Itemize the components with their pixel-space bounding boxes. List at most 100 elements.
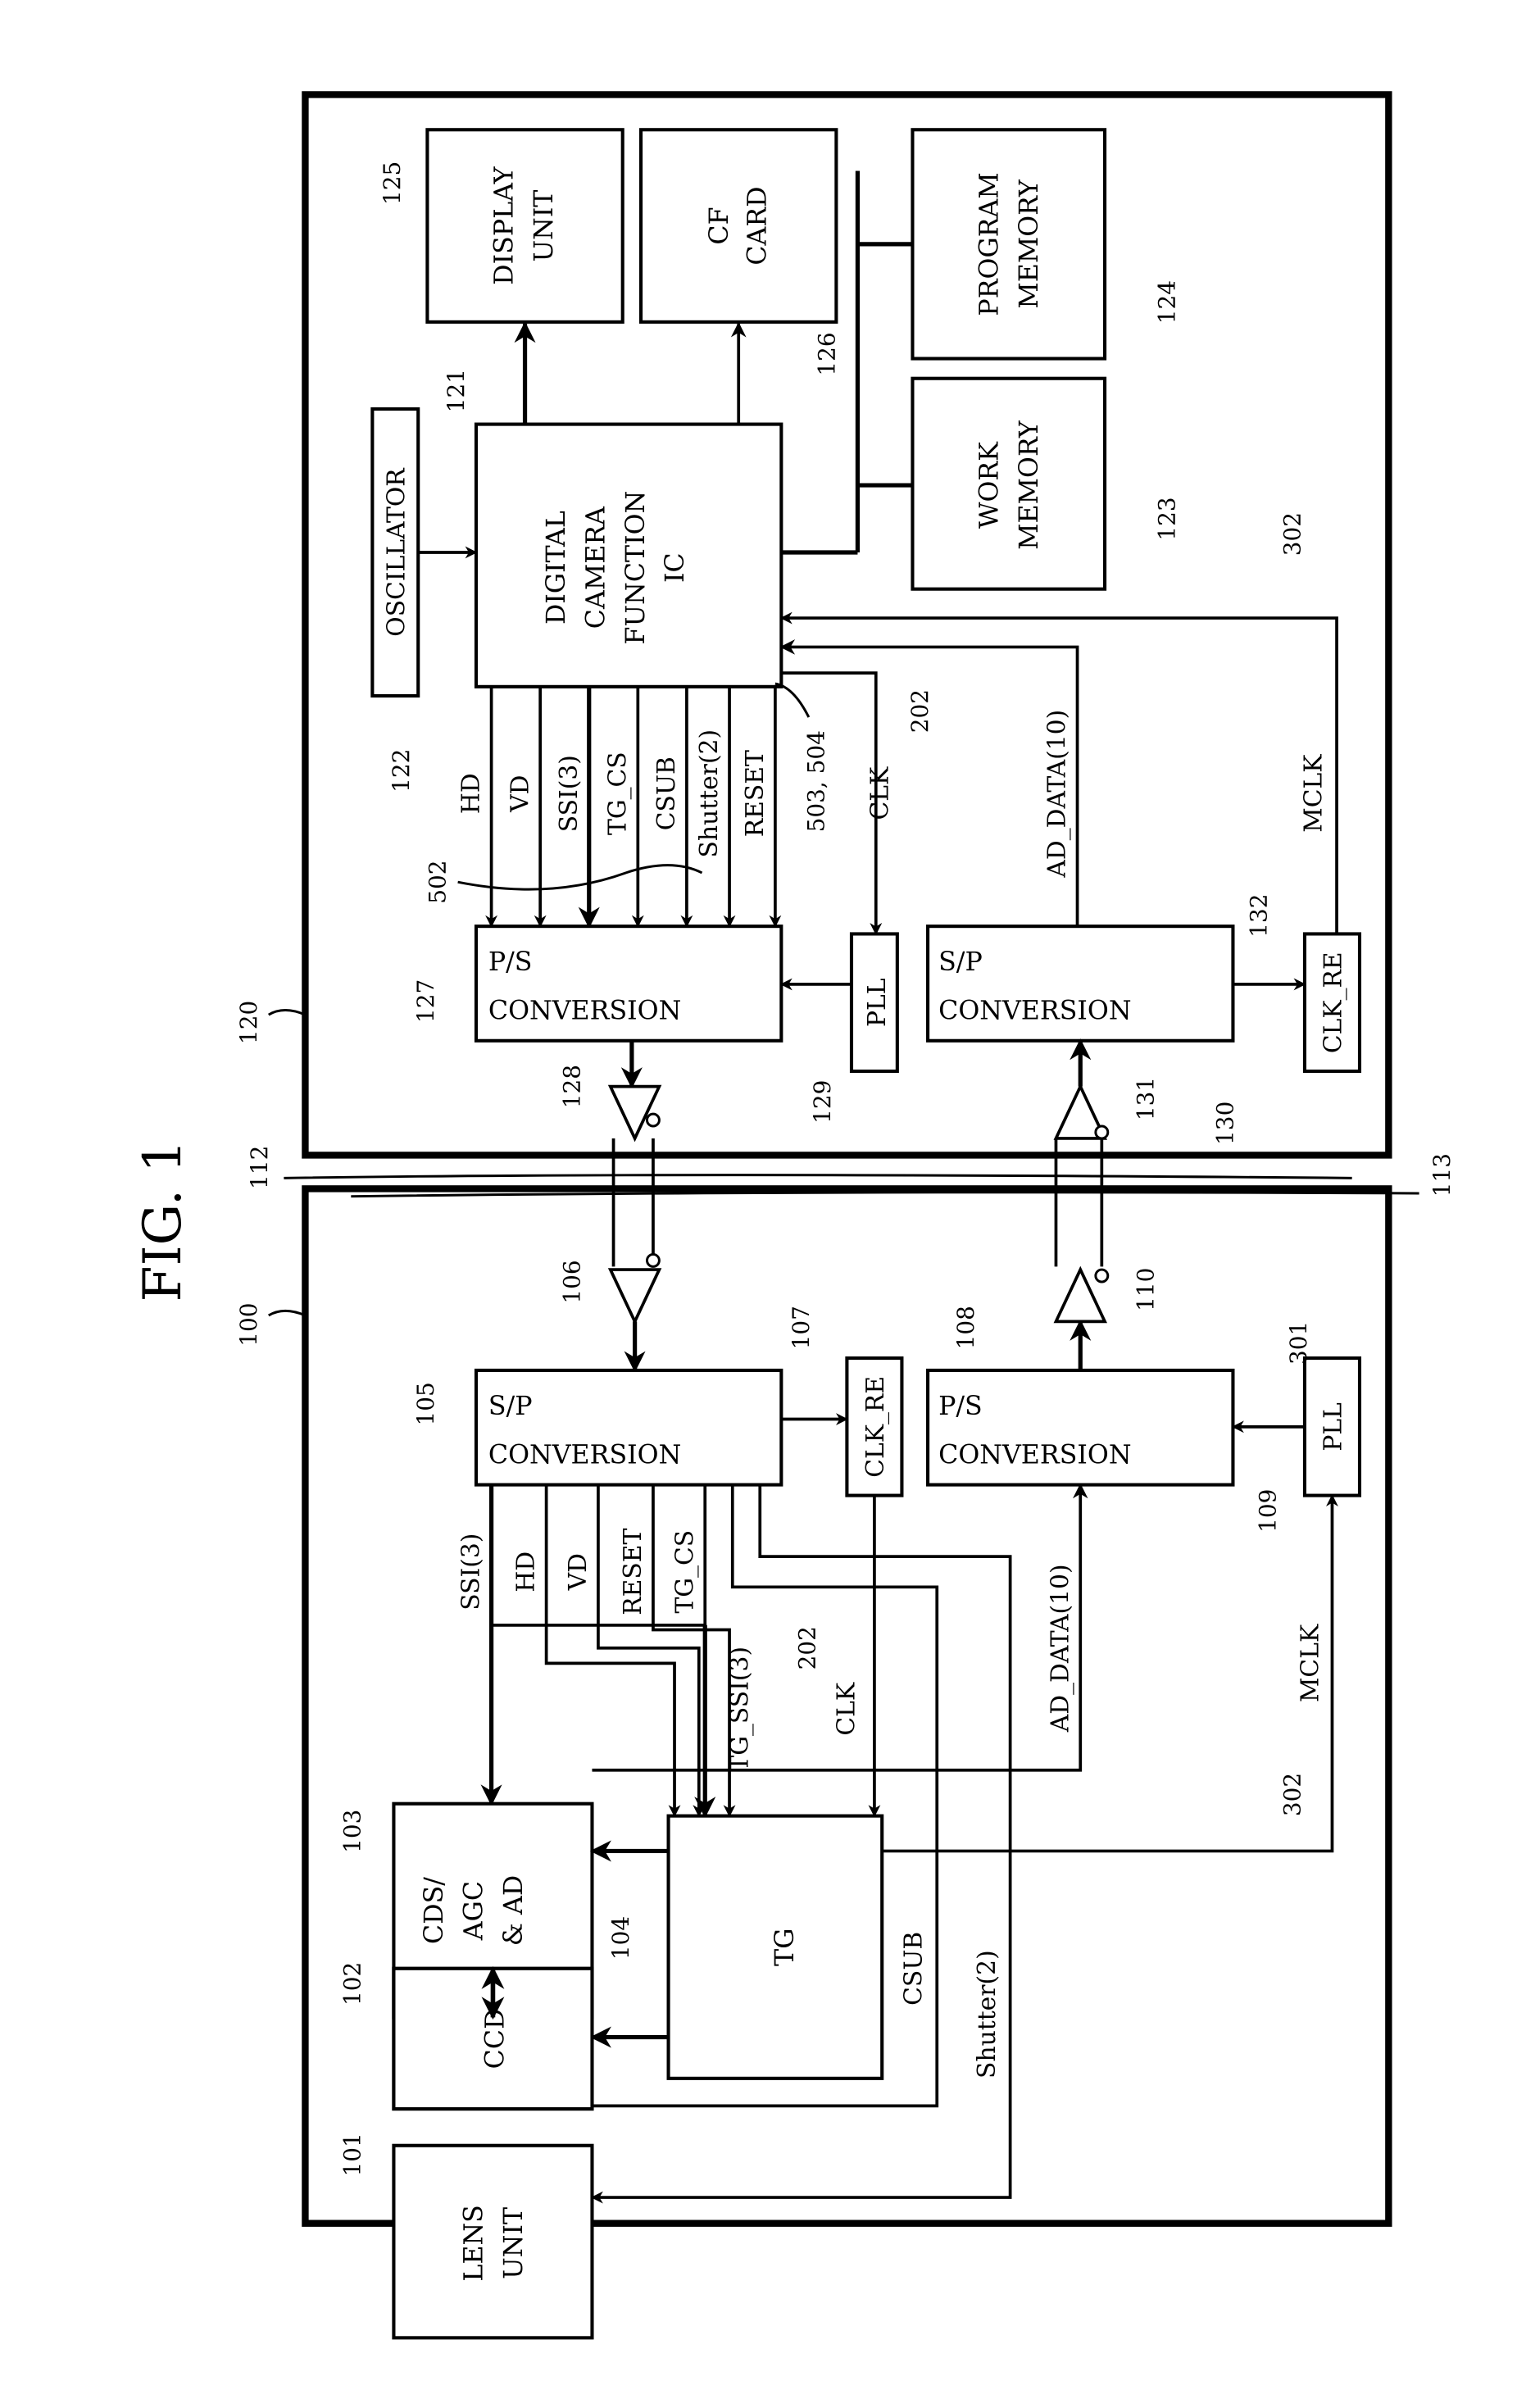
ccd-label: CCD bbox=[480, 2009, 510, 2070]
svg-text:113: 113 bbox=[1428, 1153, 1456, 1197]
svg-text:UNIT: UNIT bbox=[499, 2207, 529, 2279]
svg-text:DIGITAL: DIGITAL bbox=[542, 511, 571, 625]
svg-text:128: 128 bbox=[559, 1065, 586, 1108]
signal-tg-cs: TG_CS bbox=[603, 752, 632, 835]
ref-122: 122 bbox=[388, 749, 415, 793]
cable-112-lead bbox=[284, 1174, 1352, 1179]
work-memory-block: WORK MEMORY bbox=[911, 376, 1107, 591]
head-signal-tg-ssi: TG_SSI(3) bbox=[725, 1647, 754, 1772]
signal-ssi: SSI(3) bbox=[555, 755, 584, 832]
head-signal-clk: CLK bbox=[833, 1682, 861, 1736]
signal-clk: CLK bbox=[866, 766, 895, 820]
head-signal-tg-cs: TG_CS bbox=[670, 1530, 699, 1614]
svg-text:CONVERSION: CONVERSION bbox=[938, 997, 1131, 1026]
host-line-driver bbox=[607, 1040, 662, 1143]
signal-csub: CSUB bbox=[652, 756, 681, 830]
head-signal-ssi: SSI(3) bbox=[457, 1533, 486, 1611]
cable-113-lead bbox=[351, 1191, 1419, 1198]
ref-120: 120 bbox=[235, 1001, 262, 1044]
svg-text:130: 130 bbox=[1211, 1102, 1238, 1145]
svg-text:125: 125 bbox=[379, 161, 406, 205]
ref-127: 127 bbox=[412, 979, 439, 1023]
svg-text:LENS: LENS bbox=[459, 2205, 488, 2281]
svg-text:103: 103 bbox=[338, 1810, 366, 1853]
ref-129: 129 bbox=[809, 1080, 836, 1124]
svg-text:S/P: S/P bbox=[938, 947, 983, 977]
head-sp-conversion-block: S/P CONVERSION bbox=[474, 1368, 783, 1487]
signal-shutter: Shutter(2) bbox=[695, 729, 724, 858]
svg-text:122: 122 bbox=[388, 749, 415, 793]
svg-text:TG: TG bbox=[770, 1929, 800, 1966]
svg-text:& AD: & AD bbox=[499, 1875, 529, 1946]
signal-vd: VD bbox=[506, 775, 534, 812]
svg-text:109: 109 bbox=[1255, 1489, 1282, 1533]
head-ps-conversion-block: P/S CONVERSION bbox=[926, 1368, 1235, 1487]
ref-110: 110 bbox=[1133, 1268, 1160, 1311]
ref-103: 103 bbox=[338, 1810, 366, 1853]
display-unit-block: DISPLAY UNIT bbox=[425, 128, 624, 324]
ref-202-head: 202 bbox=[793, 1626, 820, 1670]
svg-text:CARD: CARD bbox=[743, 186, 773, 265]
host-sp-conversion-block: S/P CONVERSION bbox=[926, 925, 1235, 1043]
figure-title: FIG. 1 bbox=[132, 1140, 193, 1302]
ref-121: 121 bbox=[443, 369, 470, 412]
svg-text:102: 102 bbox=[338, 1962, 366, 2006]
head-line-driver bbox=[1053, 1265, 1110, 1370]
ref-124: 124 bbox=[1154, 280, 1181, 324]
svg-text:P/S: P/S bbox=[938, 1392, 983, 1421]
svg-text:PLL: PLL bbox=[863, 978, 892, 1027]
svg-text:CONVERSION: CONVERSION bbox=[488, 997, 681, 1026]
head-signal-vd: VD bbox=[564, 1553, 593, 1591]
svg-text:CAMERA: CAMERA bbox=[581, 506, 611, 629]
head-signal-ad-data: AD_DATA(10) bbox=[1046, 1564, 1074, 1733]
svg-text:108: 108 bbox=[952, 1306, 979, 1349]
svg-text:124: 124 bbox=[1154, 280, 1181, 324]
svg-text:WORK: WORK bbox=[975, 441, 1005, 529]
ref-130: 130 bbox=[1211, 1102, 1238, 1145]
svg-text:FIG. 1: FIG. 1 bbox=[132, 1140, 193, 1302]
svg-text:104: 104 bbox=[607, 1916, 634, 1960]
svg-text:CONVERSION: CONVERSION bbox=[938, 1441, 1131, 1470]
head-signal-reset: RESET bbox=[619, 1529, 647, 1615]
svg-text:OSCILLATOR: OSCILLATOR bbox=[382, 467, 411, 637]
ref-123: 123 bbox=[1154, 497, 1181, 540]
signal-hd: HD bbox=[457, 773, 486, 814]
svg-text:121: 121 bbox=[443, 369, 470, 412]
ref-102: 102 bbox=[338, 1962, 366, 2006]
svg-text:PLL: PLL bbox=[1319, 1402, 1348, 1452]
svg-text:UNIT: UNIT bbox=[529, 190, 559, 262]
camera-ic-block: DIGITAL CAMERA FUNCTION IC bbox=[474, 422, 783, 688]
ref-503-504: 503, 504 bbox=[802, 730, 829, 832]
svg-text:CDS/: CDS/ bbox=[420, 1877, 449, 1944]
svg-text:MEMORY: MEMORY bbox=[1015, 420, 1044, 550]
ref-302-head: 302 bbox=[1278, 1773, 1306, 1816]
ref-112: 112 bbox=[246, 1146, 273, 1189]
svg-text:FUNCTION: FUNCTION bbox=[621, 491, 651, 645]
ref-100: 100 bbox=[235, 1302, 262, 1346]
ref-107: 107 bbox=[788, 1306, 815, 1349]
ref-113: 113 bbox=[1428, 1153, 1456, 1197]
svg-text:301: 301 bbox=[1285, 1321, 1312, 1365]
ref-104: 104 bbox=[607, 1916, 634, 1960]
svg-text:CF: CF bbox=[705, 207, 734, 244]
host-pll-block: PLL bbox=[849, 932, 899, 1074]
svg-text:129: 129 bbox=[809, 1080, 836, 1124]
svg-text:112: 112 bbox=[246, 1146, 273, 1189]
ref-128: 128 bbox=[559, 1065, 586, 1108]
svg-text:110: 110 bbox=[1133, 1268, 1160, 1311]
head-clk-re-block: CLK_RE bbox=[845, 1356, 904, 1497]
head-line-receiver bbox=[607, 1252, 662, 1373]
ref-105: 105 bbox=[412, 1382, 439, 1425]
ref-502: 502 bbox=[425, 861, 452, 904]
svg-text:131: 131 bbox=[1133, 1077, 1160, 1120]
svg-text:AGC: AGC bbox=[459, 1881, 488, 1941]
svg-text:P/S: P/S bbox=[488, 947, 533, 977]
program-memory-block: PROGRAM MEMORY bbox=[911, 128, 1107, 361]
signal-ad-data-host: AD_DATA(10) bbox=[1043, 710, 1072, 879]
head-signal-hd: HD bbox=[512, 1552, 541, 1592]
signal-reset: RESET bbox=[741, 750, 770, 837]
svg-text:107: 107 bbox=[788, 1306, 815, 1349]
svg-text:CLK_RE: CLK_RE bbox=[861, 1376, 890, 1478]
host-line-receiver bbox=[1053, 1038, 1110, 1140]
ref-101: 101 bbox=[338, 2133, 366, 2176]
